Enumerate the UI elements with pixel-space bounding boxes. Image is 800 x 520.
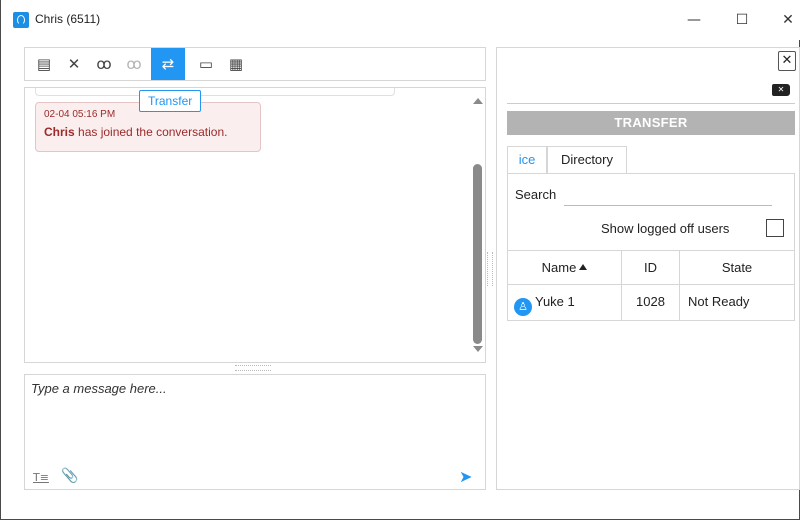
user-name: Yuke 1 — [535, 294, 575, 309]
attachment-icon[interactable]: 📎 — [61, 468, 78, 484]
briefcase-icon: ▭ — [198, 55, 214, 73]
app-window: Chris (6511) — ☐ ✕ ▤ ✕ ꝏ ꝏ ⇄ ▭ ▦ Transfe… — [0, 0, 800, 520]
canned-response-button[interactable]: ▦ — [221, 50, 251, 78]
conference-button[interactable]: ꝏ — [89, 50, 119, 78]
scroll-thumb[interactable] — [473, 164, 482, 344]
transfer-icon: ⇄ — [161, 55, 175, 73]
transfer-panel: Search Show logged off users Name ID Sta… — [507, 173, 795, 321]
message-composer: T≡ 📎 ➤ — [24, 374, 486, 490]
window-title: Chris (6511) — [35, 12, 101, 26]
table-row[interactable]: ♙ Yuke 1 1028 Not Ready — [508, 284, 794, 320]
close-pane-button[interactable]: ✕ — [778, 51, 796, 71]
transfer-pane: ✕ ✕ TRANSFER ice Directory Search Show l… — [496, 47, 800, 490]
clear-backspace-icon[interactable]: ✕ — [772, 84, 790, 96]
column-header-name[interactable]: Name — [508, 251, 622, 284]
tab-ice[interactable]: ice — [507, 146, 547, 174]
chat-toolbar: ▤ ✕ ꝏ ꝏ ⇄ ▭ ▦ — [24, 47, 486, 81]
end-chat-button[interactable]: ✕ — [59, 50, 89, 78]
text-format-icon[interactable]: T≡ — [33, 471, 49, 484]
minimize-button[interactable]: — — [679, 8, 709, 32]
transfer-tooltip: Transfer — [139, 90, 202, 112]
message-input[interactable] — [31, 381, 479, 451]
briefcase-button[interactable]: ▭ — [191, 50, 221, 78]
vertical-splitter-handle[interactable] — [487, 252, 493, 286]
end-chat-icon: ✕ — [67, 55, 81, 73]
chat-scrollbar[interactable] — [471, 94, 485, 356]
contact-card-button[interactable]: ▤ — [29, 50, 59, 78]
cell-name: ♙ Yuke 1 — [508, 285, 622, 320]
search-label: Search — [515, 187, 557, 202]
show-logged-off-checkbox[interactable] — [766, 219, 784, 237]
show-logged-off-label: Show logged off users — [601, 221, 730, 236]
sort-ascending-icon — [579, 264, 588, 270]
divider — [507, 103, 795, 104]
users-table-header: Name ID State — [508, 250, 794, 284]
scroll-up-arrow-icon[interactable] — [473, 98, 483, 104]
search-input[interactable] — [564, 184, 772, 206]
consult-button[interactable]: ꝏ — [119, 50, 149, 78]
close-window-button[interactable]: ✕ — [773, 8, 800, 32]
title-bar: Chris (6511) — ☐ ✕ — [1, 0, 800, 40]
previous-message-bubble — [35, 88, 395, 96]
tab-directory[interactable]: Directory — [547, 146, 627, 174]
column-header-id[interactable]: ID — [622, 251, 680, 284]
send-icon[interactable]: ➤ — [459, 467, 472, 486]
column-header-state[interactable]: State — [680, 251, 794, 284]
consult-icon: ꝏ — [126, 55, 142, 73]
maximize-button[interactable]: ☐ — [727, 8, 757, 32]
transfer-header: TRANSFER — [507, 111, 795, 135]
scroll-down-arrow-icon[interactable] — [473, 346, 483, 352]
canned-response-icon: ▦ — [228, 55, 244, 73]
cell-state: Not Ready — [688, 294, 750, 309]
contact-card-icon: ▤ — [36, 55, 52, 73]
chat-transcript[interactable]: 02-04 05:16 PM Chris has joined the conv… — [24, 87, 486, 363]
cell-id: 1028 — [622, 285, 680, 320]
horizontal-splitter-handle[interactable] — [235, 365, 271, 371]
app-logo-icon — [13, 12, 29, 28]
conference-icon: ꝏ — [96, 55, 112, 73]
message-text: Chris has joined the conversation. — [44, 125, 252, 139]
user-icon: ♙ — [514, 298, 532, 316]
message-body: has joined the conversation. — [74, 125, 228, 139]
message-author: Chris — [44, 125, 75, 139]
column-name-label: Name — [541, 260, 577, 275]
transfer-tabs: ice Directory — [507, 146, 627, 174]
transfer-button[interactable]: ⇄ — [151, 48, 185, 80]
